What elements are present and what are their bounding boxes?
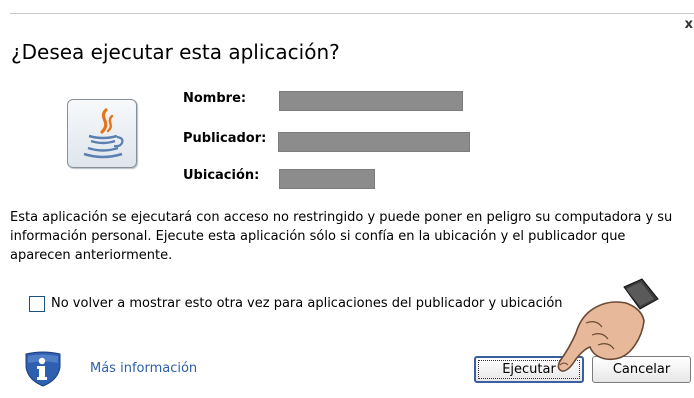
dialog-top-border: [10, 13, 694, 14]
more-info-link[interactable]: Más información: [90, 361, 197, 376]
pointing-hand-icon: [546, 277, 670, 381]
security-dialog: x ¿Desea ejecutar esta aplicación? Nombr…: [0, 0, 694, 398]
publisher-label: Publicador:: [183, 131, 267, 146]
dialog-title: ¿Desea ejecutar esta aplicación?: [11, 40, 340, 64]
dont-show-again-label[interactable]: No volver a mostrar esto otra vez para a…: [51, 296, 563, 311]
dont-show-again-checkbox[interactable]: [29, 296, 45, 312]
warning-description: Esta aplicación se ejecutará con acceso …: [10, 210, 673, 263]
name-value-redacted: [279, 91, 463, 111]
title-bar: [0, 0, 694, 13]
publisher-value-redacted: [278, 132, 470, 152]
close-icon[interactable]: x: [685, 17, 693, 32]
name-label: Nombre:: [183, 91, 247, 106]
location-value-redacted: [279, 169, 375, 189]
shield-info-icon: [22, 351, 64, 387]
location-label: Ubicación:: [183, 168, 260, 183]
java-icon: [67, 99, 137, 168]
